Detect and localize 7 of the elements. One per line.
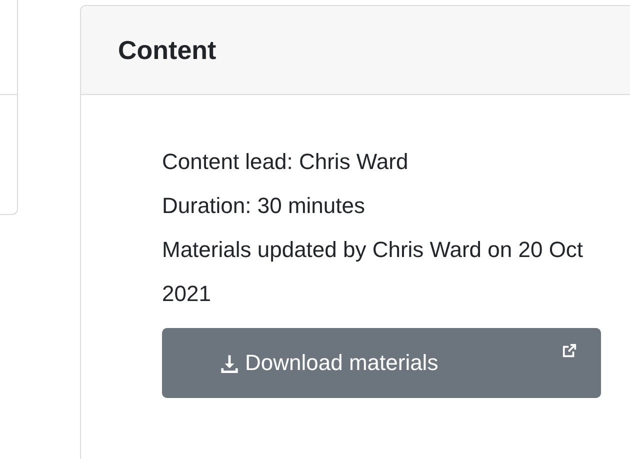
download-button[interactable]: Download materials xyxy=(162,328,601,398)
info-text: Materials updated by Chris Ward on 20 Oct 2021 xyxy=(162,236,584,308)
download-icon xyxy=(220,354,239,372)
external-link-icon xyxy=(562,343,577,358)
card-title: Content xyxy=(118,34,216,66)
info-text: Duration: 30 minutes xyxy=(162,192,366,220)
info-text: Content lead: Chris Ward xyxy=(162,148,410,176)
